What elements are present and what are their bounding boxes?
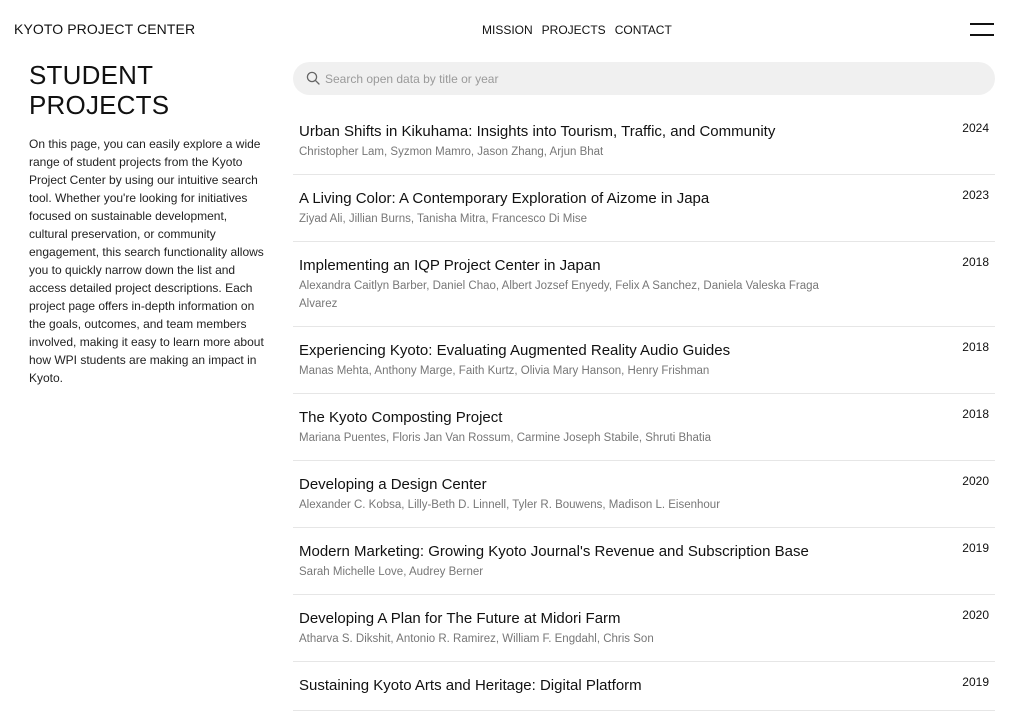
project-title[interactable]: Implementing an IQP Project Center in Ja… (299, 255, 819, 276)
page-title-line-2: PROJECTS (29, 90, 170, 120)
project-authors: Sarah Michelle Love, Audrey Berner (299, 566, 484, 578)
top-bar: KYOTO PROJECT CENTER MISSION PROJECTS CO… (0, 0, 1024, 60)
search-bar[interactable] (293, 62, 995, 95)
intro-text: On this page, you can easily explore a w… (29, 137, 264, 385)
project-authors: Atharva S. Dikshit, Antonio R. Ramirez, … (299, 633, 654, 645)
project-year: 2018 (962, 340, 989, 354)
sidebar: STUDENT PROJECTS On this page, you can e… (29, 60, 265, 387)
project-authors: Ziyad Ali, Jillian Burns, Tanisha Mitra,… (299, 213, 588, 225)
project-authors: Alexandra Caitlyn Barber, Daniel Chao, A… (299, 280, 819, 310)
nav-link-contact[interactable]: CONTACT (615, 23, 672, 37)
project-authors: Alexander C. Kobsa, Lilly-Beth D. Linnel… (299, 499, 721, 511)
project-title[interactable]: A Living Color: A Contemporary Explorati… (299, 188, 819, 209)
project-row[interactable]: Developing a Design Center Alexander C. K… (293, 461, 995, 528)
project-title[interactable]: Developing A Plan for The Future at Mido… (299, 608, 819, 629)
hamburger-menu-icon[interactable] (970, 22, 994, 38)
project-row[interactable]: Experiencing Kyoto: Evaluating Augmented… (293, 327, 995, 394)
menu-line (970, 23, 994, 25)
project-year: 2019 (962, 675, 989, 689)
project-year: 2018 (962, 255, 989, 269)
project-title[interactable]: Developing a Design Center (299, 474, 819, 495)
page-title: STUDENT PROJECTS (29, 60, 265, 120)
project-title[interactable]: Experiencing Kyoto: Evaluating Augmented… (299, 340, 819, 361)
project-authors: Mariana Puentes, Floris Jan Van Rossum, … (299, 432, 712, 444)
project-row[interactable]: Sustaining Kyoto Arts and Heritage: Digi… (293, 662, 995, 711)
project-row[interactable]: A Living Color: A Contemporary Explorati… (293, 175, 995, 242)
project-row[interactable]: Modern Marketing: Growing Kyoto Journal'… (293, 528, 995, 595)
project-title[interactable]: Urban Shifts in Kikuhama: Insights into … (299, 121, 819, 142)
project-year: 2020 (962, 608, 989, 622)
search-input[interactable] (325, 62, 975, 95)
project-year: 2024 (962, 121, 989, 135)
project-year: 2023 (962, 188, 989, 202)
search-icon (306, 71, 320, 85)
project-authors: Manas Mehta, Anthony Marge, Faith Kurtz,… (299, 365, 710, 377)
menu-line (970, 34, 994, 36)
project-row[interactable]: Urban Shifts in Kikuhama: Insights into … (293, 108, 995, 175)
brand-logo-text[interactable]: KYOTO PROJECT CENTER (14, 21, 195, 37)
project-row[interactable]: The Kyoto Composting Project Mariana Puen… (293, 394, 995, 461)
project-title[interactable]: The Kyoto Composting Project (299, 407, 819, 428)
project-title[interactable]: Sustaining Kyoto Arts and Heritage: Digi… (299, 675, 819, 696)
project-list: Urban Shifts in Kikuhama: Insights into … (293, 108, 995, 711)
project-title[interactable]: Modern Marketing: Growing Kyoto Journal'… (299, 541, 819, 562)
project-authors: Christopher Lam, Syzmon Mamro, Jason Zha… (299, 146, 604, 158)
project-year: 2020 (962, 474, 989, 488)
project-year: 2019 (962, 541, 989, 555)
project-row[interactable]: Developing A Plan for The Future at Mido… (293, 595, 995, 662)
nav-link-projects[interactable]: PROJECTS (542, 23, 606, 37)
project-year: 2018 (962, 407, 989, 421)
main-nav: MISSION PROJECTS CONTACT (482, 23, 672, 37)
page-title-line-1: STUDENT (29, 60, 154, 90)
nav-link-mission[interactable]: MISSION (482, 23, 533, 37)
project-row[interactable]: Implementing an IQP Project Center in Ja… (293, 242, 995, 327)
